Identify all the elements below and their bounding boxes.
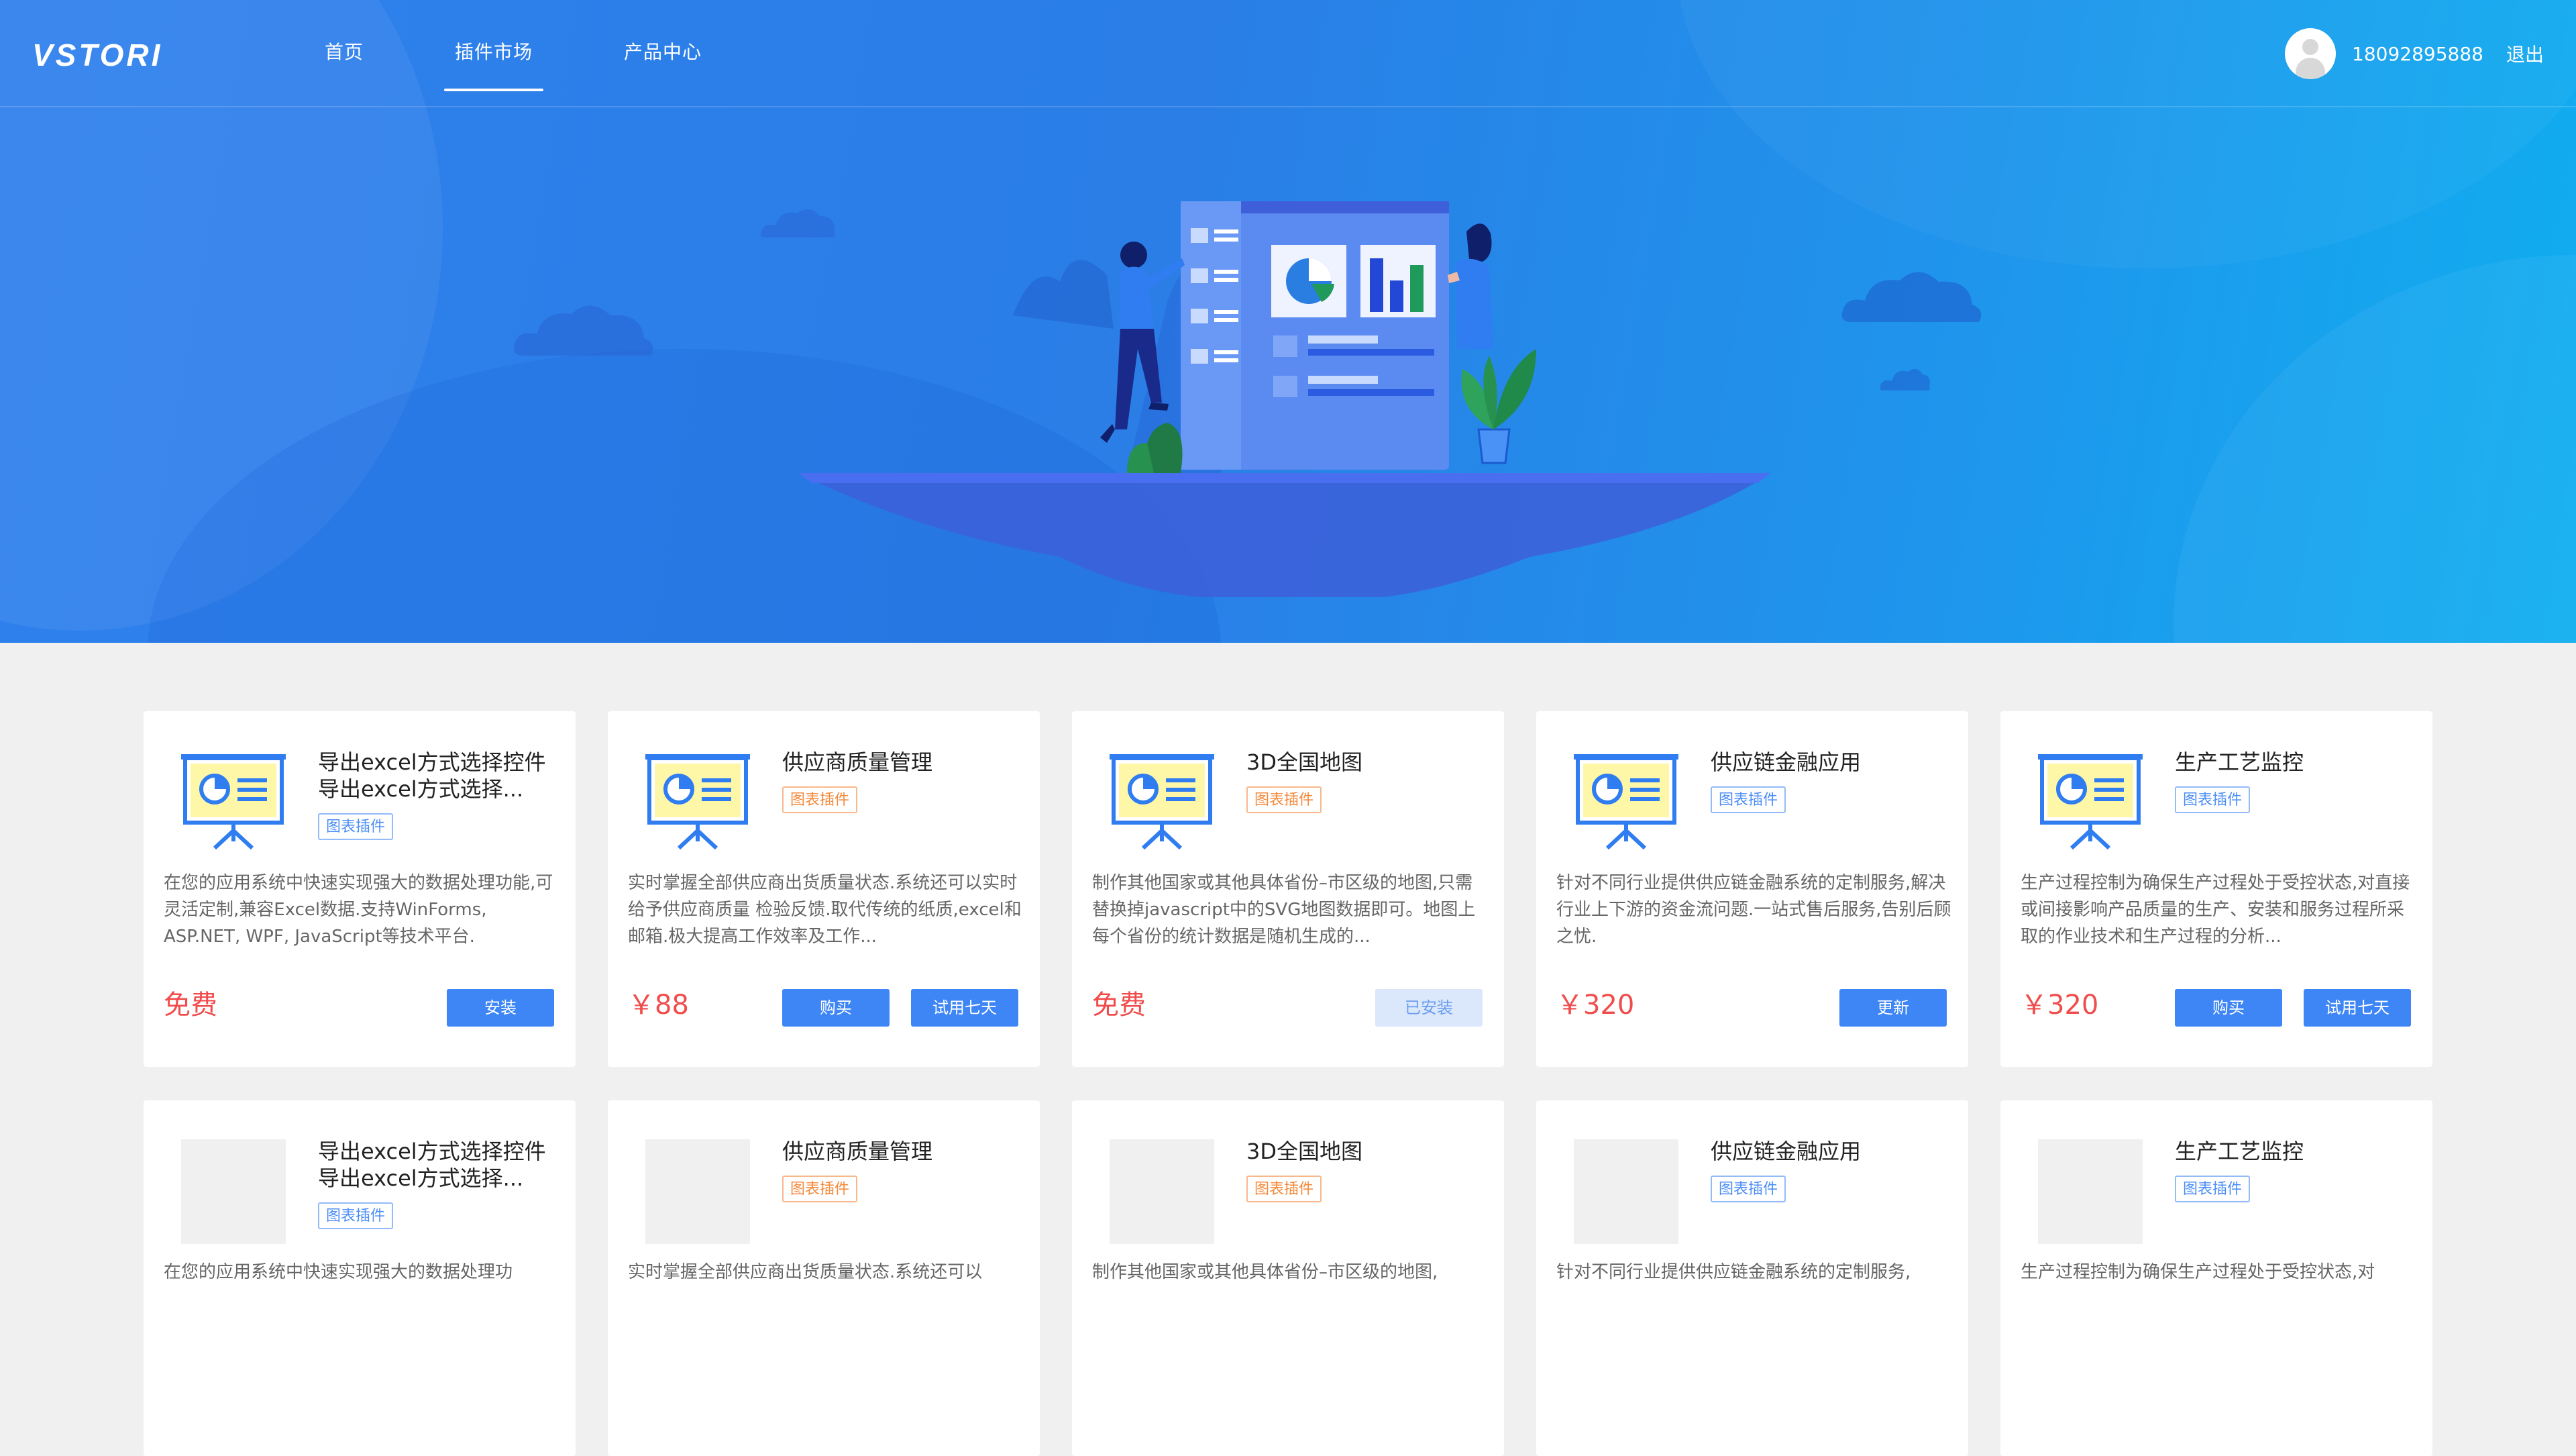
plugin-tag: 图表插件 (1711, 1176, 1786, 1202)
buy-button[interactable]: 购买 (782, 989, 890, 1027)
plugin-card[interactable]: 3D全国地图 图表插件 制作其他国家或其他具体省份–市区级的地图,只需替换掉ja… (1072, 711, 1504, 1067)
plugin-title[interactable]: 生产工艺监控 (2175, 749, 2410, 776)
plugin-price: ￥320 (2021, 990, 2099, 1021)
plugin-description: 在您的应用系统中快速实现强大的数据处理功能,可灵活定制,兼容Excel数据.支持… (164, 873, 553, 947)
plugin-description: 生产过程控制为确保生产过程处于受控状态,对 (2021, 1262, 2375, 1282)
plugin-card[interactable]: 供应链金融应用 图表插件 针对不同行业提供供应链金融系统的定制服务,解决行业上下… (1536, 711, 1968, 1067)
plugin-description: 制作其他国家或其他具体省份–市区级的地图, (1092, 1262, 1438, 1282)
nav-item-product-center[interactable]: 产品中心 (624, 38, 702, 64)
vstori-logo[interactable]: VSTORI (32, 34, 193, 76)
plugin-title[interactable]: 生产工艺监控 (2175, 1138, 2410, 1165)
plugin-title[interactable]: 3D全国地图 (1246, 1138, 1481, 1165)
plugin-description: 针对不同行业提供供应链金融系统的定制服务,解决行业上下游的资金流问题.一站式售后… (1556, 873, 1951, 947)
trial-button[interactable]: 试用七天 (911, 989, 1018, 1027)
plugin-price: ￥320 (1556, 990, 1635, 1021)
plugin-price: ￥88 (628, 990, 689, 1021)
plugin-card[interactable]: 生产工艺监控 图表插件 生产过程控制为确保生产过程处于受控状态,对直接或间接影响… (2000, 711, 2432, 1067)
plugin-title[interactable]: 供应链金融应用 (1711, 1138, 1945, 1165)
plugin-thumbnail (1110, 1139, 1214, 1244)
plugin-description: 在您的应用系统中快速实现强大的数据处理功 (164, 1262, 513, 1282)
installed-button[interactable]: 已安装 (1375, 989, 1483, 1027)
chart-presentation-icon (1110, 754, 1214, 850)
install-button[interactable]: 安装 (447, 989, 554, 1027)
svg-text:VSTORI: VSTORI (32, 38, 162, 72)
hero-bg-shape (2174, 255, 2576, 643)
plugin-thumbnail (181, 1139, 286, 1244)
plugin-card[interactable]: 3D全国地图 图表插件 制作其他国家或其他具体省份–市区级的地图, (1072, 1100, 1504, 1456)
plugin-card[interactable]: 生产工艺监控 图表插件 生产过程控制为确保生产过程处于受控状态,对 (2000, 1100, 2432, 1456)
plugin-card[interactable]: 导出excel方式选择控件导出excel方式选择... 图表插件 在您的应用系统… (144, 1100, 576, 1456)
user-area: 18092895888 退出 (2285, 28, 2544, 79)
dashboard-illustration (798, 201, 1771, 597)
plugin-tag: 图表插件 (1246, 1176, 1322, 1202)
plugin-description: 生产过程控制为确保生产过程处于受控状态,对直接或间接影响产品质量的生产、安装和服… (2021, 873, 2410, 947)
plugin-title[interactable]: 导出excel方式选择控件导出excel方式选择... (318, 1138, 553, 1192)
cloud-icon (1880, 368, 1930, 391)
plugin-price: 免费 (1092, 990, 1146, 1021)
plugin-card[interactable]: 供应链金融应用 图表插件 针对不同行业提供供应链金融系统的定制服务, (1536, 1100, 1968, 1456)
plugin-tag: 图表插件 (2175, 1176, 2251, 1202)
logo-wordmark: VSTORI (32, 38, 162, 72)
plugin-title[interactable]: 供应商质量管理 (782, 1138, 1017, 1165)
plugin-card[interactable]: 供应商质量管理 图表插件 实时掌握全部供应商出货质量状态.系统还可以 (608, 1100, 1040, 1456)
plugin-thumbnail (1574, 1139, 1678, 1244)
plugin-tag: 图表插件 (782, 1176, 858, 1202)
plugin-price: 免费 (164, 990, 217, 1021)
cloud-icon (513, 305, 653, 356)
trial-button[interactable]: 试用七天 (2304, 989, 2411, 1027)
plugin-description: 实时掌握全部供应商出货质量状态.系统还可以 (628, 1262, 983, 1282)
cloud-icon (1841, 272, 1982, 322)
plugin-thumbnail (2038, 1139, 2143, 1244)
update-button[interactable]: 更新 (1839, 989, 1947, 1027)
plugin-tag: 图表插件 (1711, 786, 1786, 813)
buy-button[interactable]: 购买 (2175, 989, 2282, 1027)
plugin-tag: 图表插件 (1246, 786, 1322, 813)
logout-link[interactable]: 退出 (2506, 40, 2544, 67)
chart-presentation-icon (2038, 754, 2143, 850)
avatar[interactable] (2285, 28, 2337, 79)
plugin-tag: 图表插件 (782, 786, 858, 813)
plugin-tag: 图表插件 (318, 813, 394, 840)
chart-presentation-icon (181, 754, 286, 850)
plugin-description: 实时掌握全部供应商出货质量状态.系统还可以实时给予供应商质量 检验反馈.取代传统… (628, 873, 1022, 947)
plugin-title[interactable]: 供应商质量管理 (782, 749, 1017, 776)
chart-presentation-icon (1574, 754, 1678, 850)
nav-item-plugin-market[interactable]: 插件市场 (443, 38, 544, 91)
plugin-title[interactable]: 供应链金融应用 (1711, 749, 1945, 776)
plugin-tag: 图表插件 (2175, 786, 2251, 813)
user-phone: 18092895888 (2352, 42, 2483, 65)
plugin-card[interactable]: 供应商质量管理 图表插件 实时掌握全部供应商出货质量状态.系统还可以实时给予供应… (608, 711, 1040, 1067)
plugin-thumbnail (645, 1139, 750, 1244)
plugin-card[interactable]: 导出excel方式选择控件导出excel方式选择... 图表插件 在您的应用系统… (144, 711, 576, 1067)
plugin-title[interactable]: 3D全国地图 (1246, 749, 1481, 776)
nav-item-home[interactable]: 首页 (325, 38, 364, 64)
plugin-description: 制作其他国家或其他具体省份–市区级的地图,只需替换掉javascript中的SV… (1092, 873, 1476, 947)
plugin-title[interactable]: 导出excel方式选择控件导出excel方式选择... (318, 749, 553, 802)
chart-presentation-icon (645, 754, 750, 850)
plugin-description: 针对不同行业提供供应链金融系统的定制服务, (1556, 1262, 1911, 1282)
plugin-tag: 图表插件 (318, 1202, 394, 1229)
top-nav: VSTORI 首页 插件市场 产品中心 18092895888 退出 (0, 0, 2576, 107)
